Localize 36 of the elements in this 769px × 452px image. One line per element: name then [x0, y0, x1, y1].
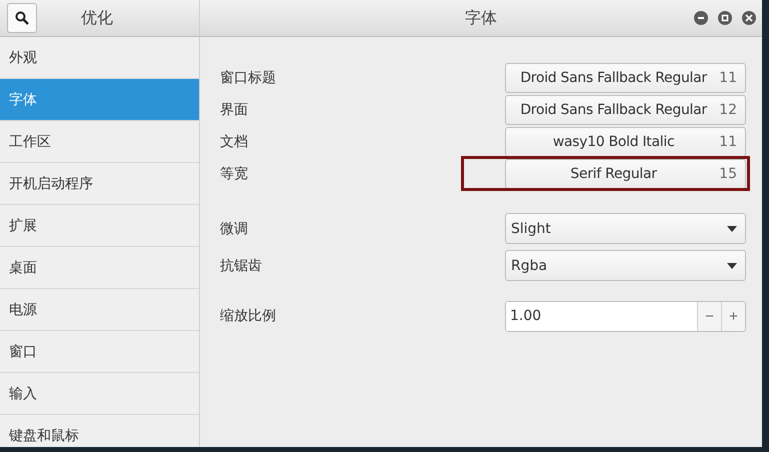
- decrement-button[interactable]: −: [697, 302, 721, 330]
- font-label: 文档: [220, 133, 249, 151]
- option-label: 微调: [220, 220, 249, 238]
- font-button[interactable]: Droid Sans Fallback Regular 12: [505, 95, 746, 125]
- sidebar-title: 优化: [81, 8, 113, 28]
- maximize-icon: [721, 14, 729, 22]
- sidebar-item[interactable]: 开机启动程序: [0, 163, 199, 205]
- sidebar-item[interactable]: 工作区: [0, 121, 199, 163]
- sidebar-item[interactable]: 桌面: [0, 247, 199, 289]
- sidebar-item[interactable]: 输入: [0, 373, 199, 415]
- search-button[interactable]: [7, 3, 37, 33]
- dropdown[interactable]: Slight: [505, 213, 746, 244]
- font-button[interactable]: wasy10 Bold Italic 11: [505, 127, 746, 157]
- search-icon: [15, 11, 29, 25]
- maximize-button[interactable]: [718, 11, 732, 25]
- increment-button[interactable]: +: [721, 302, 745, 330]
- font-label: 窗口标题: [220, 69, 277, 87]
- close-button[interactable]: [742, 11, 756, 25]
- window-title: 字体: [465, 8, 497, 28]
- sidebar-item[interactable]: 窗口: [0, 331, 199, 373]
- close-icon: [745, 14, 753, 22]
- dropdown-arrow-icon: [727, 262, 737, 268]
- minimize-button[interactable]: [694, 11, 708, 25]
- font-label: 等宽: [220, 165, 249, 183]
- minimize-icon: [697, 14, 705, 22]
- scale-label: 缩放比例: [220, 307, 277, 325]
- sidebar-item[interactable]: 键盘和鼠标: [0, 415, 199, 447]
- dropdown[interactable]: Rgba: [505, 250, 746, 281]
- dropdown-arrow-icon: [727, 226, 737, 232]
- scale-spinbox[interactable]: 1.00 − +: [505, 300, 746, 332]
- sidebar-item[interactable]: 电源: [0, 289, 199, 331]
- font-label: 界面: [220, 101, 249, 119]
- option-label: 抗锯齿: [220, 256, 263, 274]
- sidebar-item[interactable]: 扩展: [0, 205, 199, 247]
- font-button[interactable]: Droid Sans Fallback Regular 11: [505, 63, 746, 93]
- font-button[interactable]: Serif Regular 15: [505, 159, 746, 189]
